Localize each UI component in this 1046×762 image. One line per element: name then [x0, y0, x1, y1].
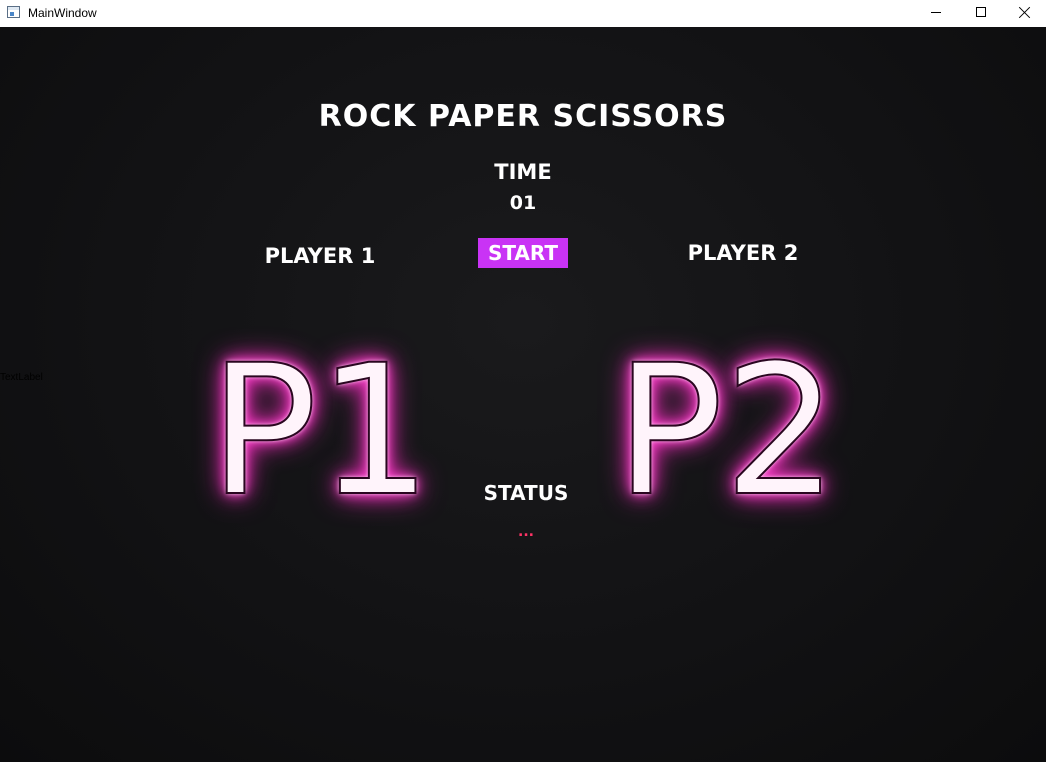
start-button[interactable]: START [478, 238, 568, 268]
game-panel: ROCK PAPER SCISSORS TIME 01 PLAYER 1 STA… [0, 27, 1046, 762]
minimize-icon [931, 12, 941, 13]
close-button[interactable] [1002, 0, 1046, 27]
text-label: TextLabel [0, 372, 43, 383]
game-title: ROCK PAPER SCISSORS [318, 99, 728, 134]
title-bar[interactable]: MainWindow [0, 0, 1046, 27]
window-title: MainWindow [28, 6, 97, 20]
close-icon [1019, 6, 1031, 18]
app-window-icon [7, 6, 20, 18]
player1-label: PLAYER 1 [264, 244, 376, 268]
time-label: TIME [494, 160, 552, 184]
player2-label: PLAYER 2 [687, 241, 799, 265]
main-window: MainWindow ROCK PAPER SCISSORS TIME 01 P… [0, 0, 1046, 762]
status-value: ... [518, 524, 534, 540]
time-value: 01 [509, 192, 537, 214]
player1-choice-display: P1 [208, 327, 433, 536]
player2-choice-display: P2 [614, 327, 839, 536]
maximize-button[interactable] [958, 0, 1004, 27]
maximize-icon [976, 7, 986, 17]
status-label: STATUS [483, 481, 569, 505]
minimize-button[interactable] [913, 0, 959, 27]
